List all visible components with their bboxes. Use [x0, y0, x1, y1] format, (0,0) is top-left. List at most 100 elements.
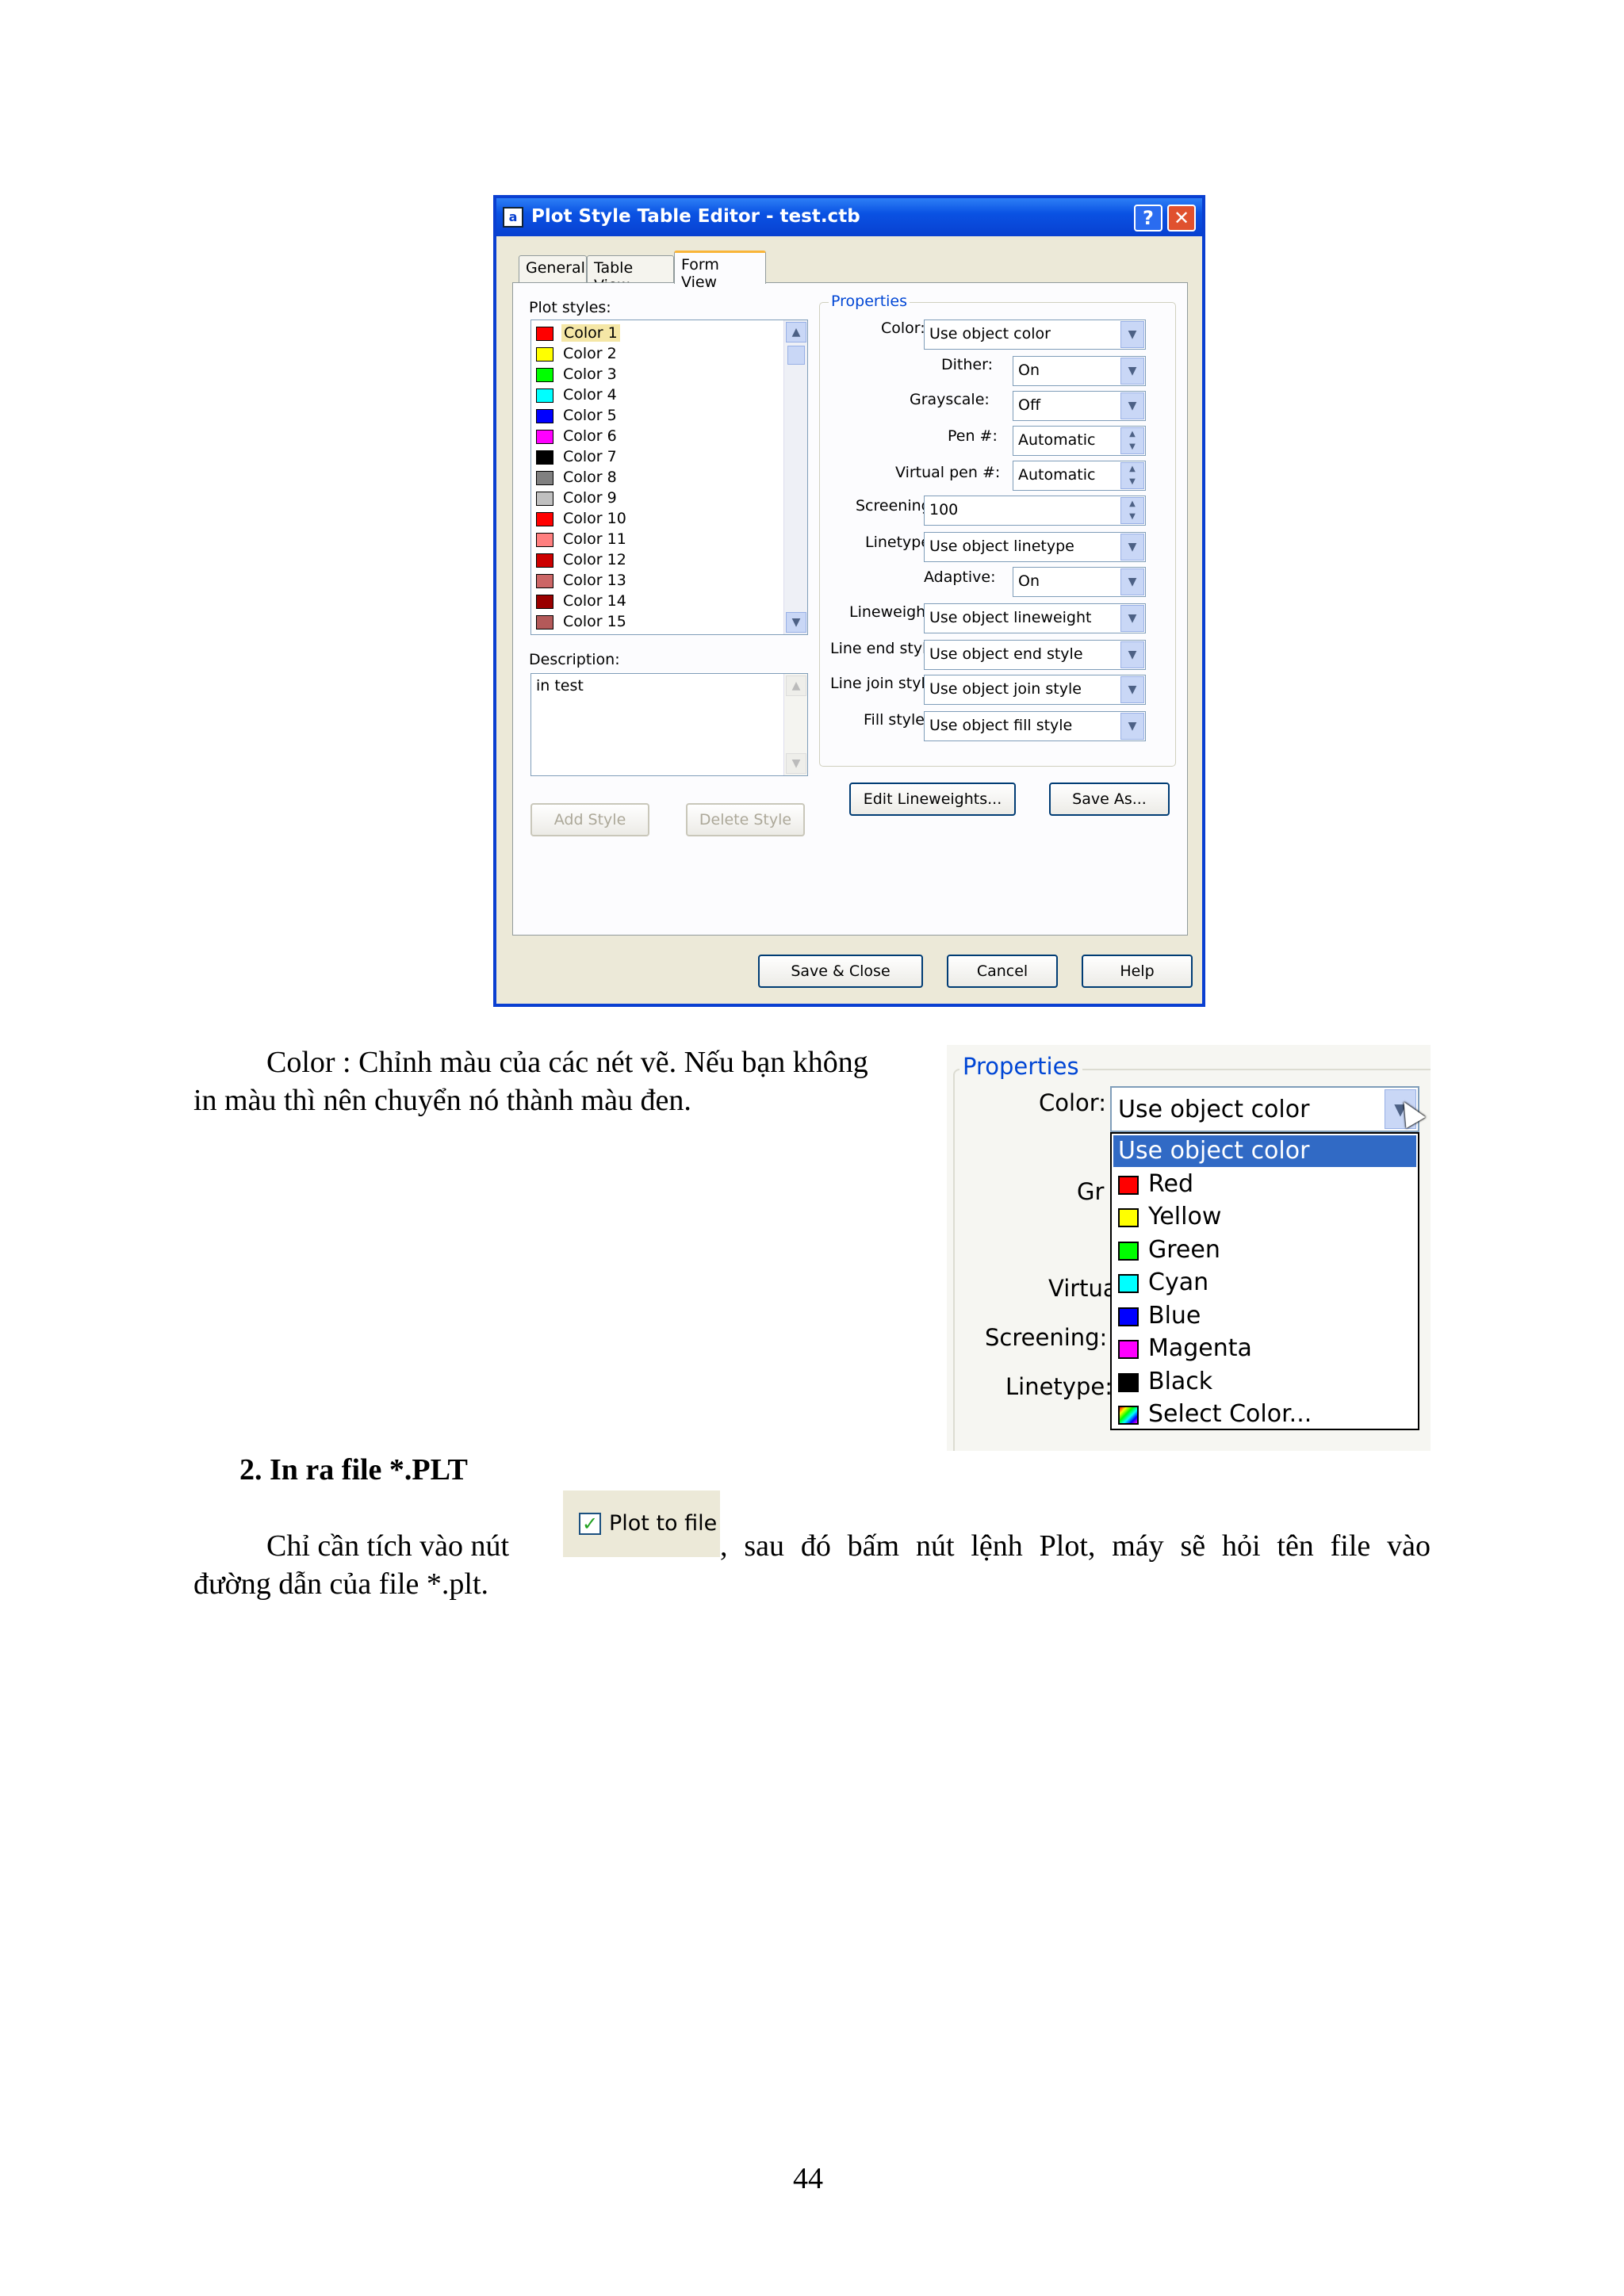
color-swatch	[536, 595, 553, 609]
spinner-icon[interactable]: ▲ ▼	[1120, 462, 1144, 489]
color-option-label: Cyan	[1148, 1269, 1209, 1296]
list-item[interactable]: Color 9	[534, 488, 796, 509]
scroll-down-icon[interactable]: ▼	[786, 612, 806, 633]
chevron-down-icon[interactable]: ▼	[1120, 321, 1144, 348]
list-item[interactable]: Color 6	[534, 427, 796, 447]
color-option[interactable]: Green	[1113, 1234, 1416, 1266]
list-item[interactable]: Color 8	[534, 468, 796, 488]
list-item-label: Color 10	[563, 510, 626, 527]
checkbox-checked-icon[interactable]: ✓	[579, 1513, 601, 1535]
form-view-panel: Plot styles: Color 1 Color 2 Color 3 Color …	[512, 282, 1188, 936]
color-swatch	[1118, 1340, 1139, 1359]
list-item-label: Color 8	[563, 469, 617, 486]
list-item-label: Color 7	[563, 448, 617, 465]
chevron-down-icon[interactable]: ▼	[1120, 641, 1144, 668]
cancel-button[interactable]: Cancel	[947, 955, 1058, 988]
scroll-up-icon[interactable]: ▲	[786, 322, 806, 342]
adaptive-label: Adaptive:	[924, 568, 996, 586]
chevron-down-icon[interactable]: ▼	[1120, 358, 1144, 385]
description-textarea[interactable]: in test ▲ ▼	[530, 673, 808, 776]
list-item-label: Color 11	[563, 530, 626, 548]
edit-lineweights-button[interactable]: Edit Lineweights...	[849, 783, 1016, 816]
virtual-pen-value: Automatic	[1018, 466, 1096, 484]
fill-style-select[interactable]: Use object fill style ▼	[924, 711, 1146, 741]
pen-stepper[interactable]: Automatic ▲ ▼	[1013, 426, 1146, 456]
close-icon[interactable]: ✕	[1167, 205, 1196, 232]
list-item[interactable]: Color 14	[534, 591, 796, 612]
screening-stepper[interactable]: 100 ▲ ▼	[924, 496, 1146, 526]
color-option[interactable]: Yellow	[1113, 1201, 1416, 1233]
chevron-down-icon[interactable]: ▼	[1120, 392, 1144, 419]
list-item[interactable]: Color 1	[534, 323, 796, 344]
line-join-style-select[interactable]: Use object join style ▼	[924, 675, 1146, 705]
dither-select[interactable]: On ▼	[1013, 356, 1146, 386]
color-swatch	[536, 347, 553, 362]
list-item[interactable]: Color 7	[534, 447, 796, 468]
paragraph-color-line1: Color : Chỉnh màu của các nét vẽ. Nếu bạ…	[266, 1046, 868, 1079]
spinner-icon[interactable]: ▲ ▼	[1120, 427, 1144, 454]
grayscale-label: Grayscale:	[910, 391, 990, 408]
add-style-button[interactable]: Add Style	[530, 803, 649, 836]
color-option-label: Blue	[1148, 1301, 1201, 1330]
color-option[interactable]: Black	[1113, 1366, 1416, 1398]
list-item[interactable]: Color 12	[534, 550, 796, 571]
color-select[interactable]: Use object color ▼	[924, 320, 1146, 350]
color-swatch	[1118, 1307, 1139, 1326]
plot-styles-scrollbar[interactable]: ▲ ▼	[783, 320, 807, 634]
chevron-down-icon[interactable]: ▼	[1120, 713, 1144, 740]
grayscale-select[interactable]: Off ▼	[1013, 391, 1146, 421]
delete-style-button[interactable]: Delete Style	[686, 803, 805, 836]
plot-styles-list[interactable]: Color 1 Color 2 Color 3 Color 4 Color 5 Color…	[530, 320, 808, 635]
list-item[interactable]: Color 13	[534, 571, 796, 591]
color-swatch	[536, 615, 553, 629]
title-bar[interactable]: a Plot Style Table Editor - test.ctb ? ✕	[496, 198, 1202, 236]
color-options-list[interactable]: Use object color Red Yellow Green Cyan Blue Ma…	[1110, 1132, 1419, 1430]
list-item[interactable]: Color 2	[534, 344, 796, 365]
tab-general[interactable]: General	[519, 255, 587, 282]
paragraph-color-line2: in màu thì nên chuyển nó thành màu đen.	[193, 1084, 691, 1117]
tab-table-view[interactable]: Table View	[587, 255, 674, 294]
lineweight-select[interactable]: Use object lineweight ▼	[924, 603, 1146, 633]
chevron-down-icon[interactable]: ▼	[1120, 534, 1144, 561]
scroll-down-icon: ▼	[786, 753, 806, 774]
list-item[interactable]: Color 15	[534, 612, 796, 633]
dither-value: On	[1018, 362, 1040, 379]
linetype-select[interactable]: Use object linetype ▼	[924, 532, 1146, 562]
list-item[interactable]: Color 3	[534, 365, 796, 385]
lineweight-value: Use object lineweight	[929, 609, 1092, 626]
app-icon: a	[503, 207, 523, 228]
fill-style-value: Use object fill style	[929, 717, 1073, 734]
chevron-down-icon[interactable]: ▼	[1120, 568, 1144, 595]
color-option-label: Select Color...	[1148, 1400, 1312, 1428]
color-option[interactable]: Magenta	[1113, 1333, 1416, 1364]
color-option[interactable]: Red	[1113, 1169, 1416, 1200]
list-item-label: Color 15	[563, 613, 626, 630]
virtual-pen-stepper[interactable]: Automatic ▲ ▼	[1013, 461, 1146, 491]
zoom-color-select[interactable]: Use object color ▼	[1110, 1086, 1419, 1132]
list-item[interactable]: Color 11	[534, 530, 796, 550]
color-option[interactable]: Use object color	[1113, 1135, 1416, 1167]
tab-form-view[interactable]: Form View	[674, 251, 766, 291]
line-end-style-select[interactable]: Use object end style ▼	[924, 640, 1146, 670]
color-swatch	[536, 388, 553, 403]
color-swatch	[1118, 1372, 1139, 1392]
save-and-close-button[interactable]: Save & Close	[758, 955, 923, 988]
adaptive-select[interactable]: On ▼	[1013, 567, 1146, 597]
chevron-down-icon[interactable]: ▼	[1120, 676, 1144, 703]
color-option[interactable]: Select Color...	[1113, 1399, 1416, 1430]
chevron-down-icon[interactable]: ▼	[1120, 605, 1144, 632]
color-option[interactable]: Cyan	[1113, 1267, 1416, 1299]
paragraph-plot-line2: đường dẫn của file *.plt.	[193, 1567, 489, 1601]
save-as-button[interactable]: Save As...	[1049, 783, 1170, 816]
list-item[interactable]: Color 4	[534, 385, 796, 406]
help-button[interactable]: Help	[1082, 955, 1193, 988]
color-option[interactable]: Blue	[1113, 1300, 1416, 1332]
list-item-label: Color 9	[563, 489, 617, 507]
color-dropdown-zoom: Properties Color: Use object color ▼ Gr …	[947, 1045, 1431, 1451]
list-item[interactable]: Color 5	[534, 406, 796, 427]
description-value: in test	[536, 677, 584, 695]
list-item[interactable]: Color 10	[534, 509, 796, 530]
spinner-icon[interactable]: ▲ ▼	[1120, 497, 1144, 524]
scroll-thumb[interactable]	[787, 346, 805, 365]
help-icon[interactable]: ?	[1134, 205, 1162, 232]
